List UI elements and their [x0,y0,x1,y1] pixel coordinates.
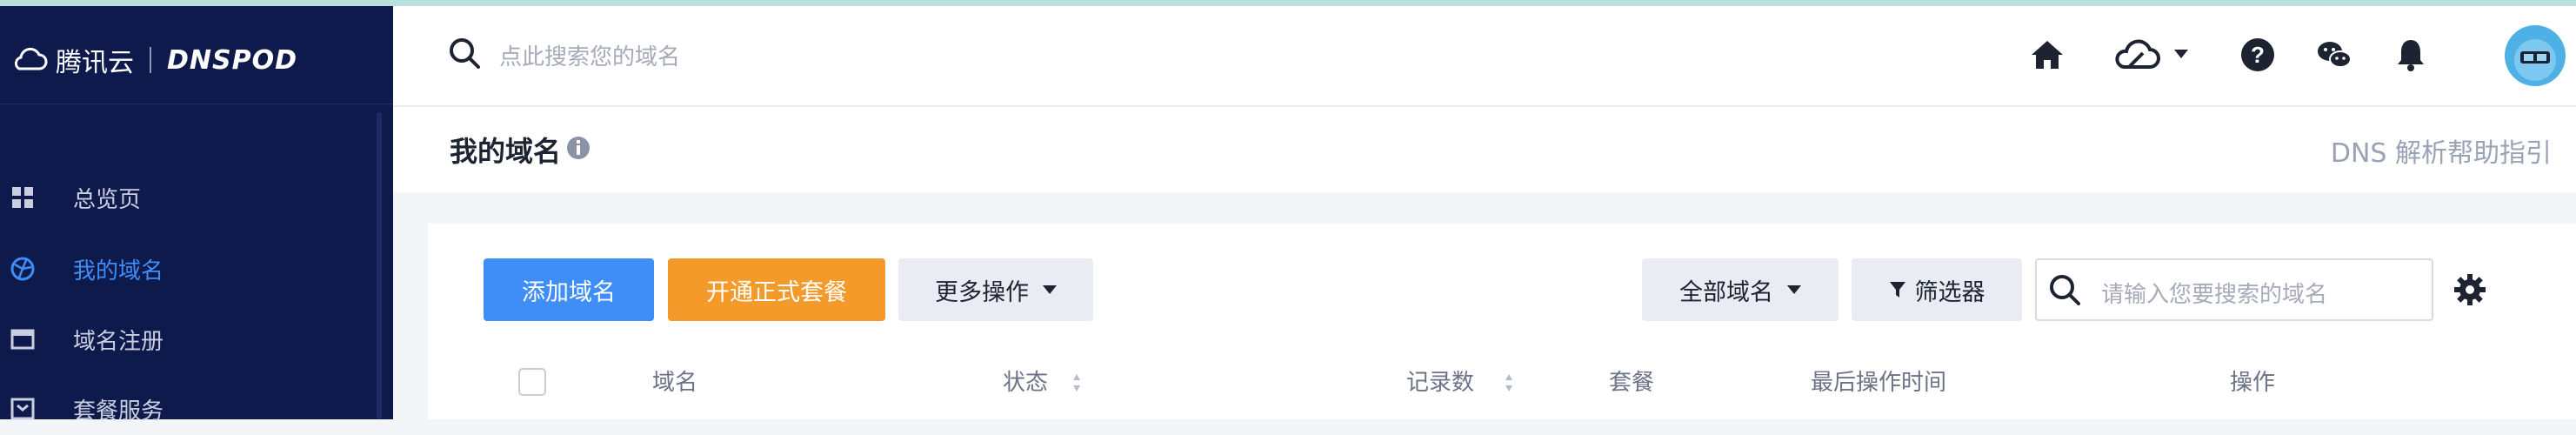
chevron-down-icon [1787,285,1801,294]
sidebar-scrollbar[interactable] [377,112,382,419]
sort-icon[interactable] [1072,373,1081,392]
more-actions-label: 更多操作 [935,278,1029,306]
cloud-icon [2115,39,2160,69]
column-header-record-count[interactable]: 记录数 [1406,365,1474,397]
select-all-checkbox[interactable] [518,368,546,396]
home-icon[interactable] [2028,36,2066,74]
column-header-actions: 操作 [2230,370,2276,396]
cloud-menu-button[interactable] [2112,34,2195,76]
top-accent-bar [0,0,2576,6]
column-header-status[interactable]: 状态 [1003,365,1048,397]
search-placeholder: 请输入您要搜索的域名 [2101,282,2328,308]
help-icon[interactable]: ? [2239,36,2277,74]
bell-icon[interactable] [2392,36,2430,74]
all-domains-label: 全部域名 [1679,278,1773,306]
top-bar: 点此搜索您的域名 ? [393,6,2576,107]
column-header-domain[interactable]: 域名 [652,365,697,397]
page-header: 我的域名 DNS 解析帮助指引 [393,107,2576,192]
chevron-down-icon [2174,50,2188,58]
sidebar-item-label: 我的域名 [73,258,164,284]
open-plan-label: 开通正式套餐 [706,278,847,306]
info-icon[interactable] [565,135,591,161]
brand-product-name: DNSPOD [167,44,298,76]
sort-icon[interactable] [1505,373,1513,392]
avatar-image [2514,39,2556,81]
sidebar: 腾讯云 DNSPOD 总览页 我的域名 域名注册 套餐服务 [0,6,393,425]
dashboard-icon [12,187,33,208]
all-domains-dropdown[interactable]: 全部域名 [1642,258,1839,321]
add-domain-label: 添加域名 [522,278,616,306]
svg-text:?: ? [2251,42,2265,68]
domain-search-input[interactable]: 请输入您要搜索的域名 [2035,258,2433,321]
add-domain-button[interactable]: 添加域名 [484,258,654,321]
wechat-icon[interactable] [2315,36,2353,74]
filter-label: 筛选器 [1914,278,1985,306]
domain-icon [10,257,35,281]
package-icon [10,398,35,420]
sidebar-item-package-service[interactable]: 套餐服务 [0,383,374,435]
column-header-last-modified: 最后操作时间 [1811,370,1947,396]
brand-cloud-name: 腾讯云 [56,48,134,78]
domain-list-card: 添加域名 开通正式套餐 更多操作 全部域名 筛选器 请输入您要搜索的域名 域名 … [428,224,2576,419]
global-search-input[interactable]: 点此搜索您的域名 [499,39,680,71]
sidebar-item-label: 总览页 [73,186,142,213]
sidebar-item-my-domains[interactable]: 我的域名 [0,243,374,295]
open-plan-button[interactable]: 开通正式套餐 [668,258,885,321]
sidebar-item-domain-register[interactable]: 域名注册 [0,313,374,365]
column-header-package: 套餐 [1609,370,1655,396]
brand-logo[interactable]: 腾讯云 DNSPOD [10,41,297,79]
register-icon [10,329,35,350]
filter-icon [1889,282,1905,298]
filter-button[interactable]: 筛选器 [1852,258,2022,321]
gear-icon[interactable] [2453,272,2487,307]
sidebar-item-overview[interactable]: 总览页 [0,171,374,224]
search-icon [2050,275,2080,305]
page-title: 我的域名 [450,135,562,168]
search-icon[interactable] [447,36,482,70]
sidebar-header: 腾讯云 DNSPOD [0,6,393,104]
more-actions-button[interactable]: 更多操作 [898,258,1093,321]
brand-divider [150,47,151,73]
tencent-cloud-logo-icon [14,47,48,70]
dns-help-link[interactable]: DNS 解析帮助指引 [2331,131,2552,170]
sidebar-item-label: 套餐服务 [73,398,164,425]
chevron-down-icon [1043,285,1057,294]
sidebar-item-label: 域名注册 [73,328,164,355]
avatar[interactable] [2505,25,2566,86]
